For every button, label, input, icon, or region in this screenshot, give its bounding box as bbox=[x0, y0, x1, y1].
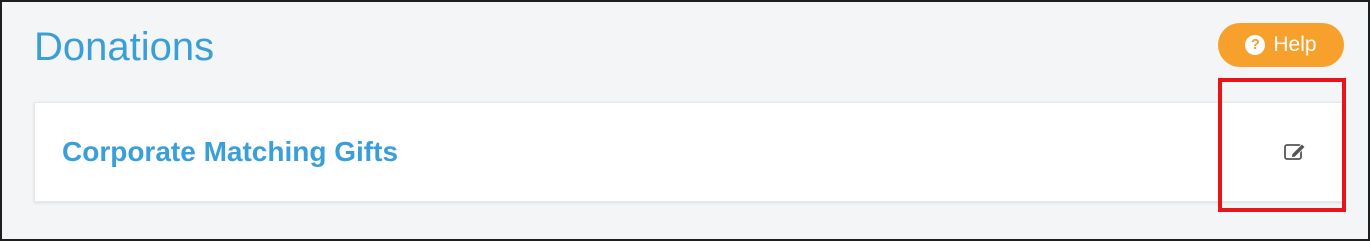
edit-icon[interactable] bbox=[1283, 141, 1309, 163]
corporate-matching-gifts-card: Corporate Matching Gifts bbox=[34, 102, 1345, 202]
card-title[interactable]: Corporate Matching Gifts bbox=[62, 135, 398, 169]
question-circle-icon: ? bbox=[1245, 35, 1266, 55]
help-button-label: Help bbox=[1273, 33, 1317, 56]
help-button[interactable]: ? Help bbox=[1218, 23, 1344, 67]
page-title: Donations bbox=[34, 25, 215, 69]
page-frame: Donations ? Help Corporate Matching Gift… bbox=[0, 0, 1370, 241]
